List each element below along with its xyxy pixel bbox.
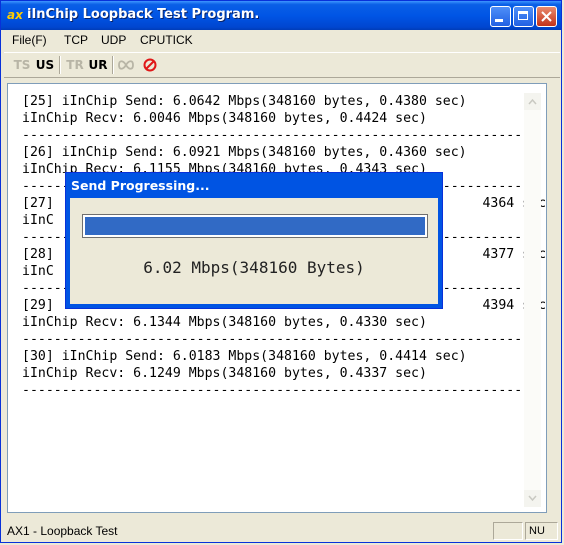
scroll-down-button[interactable] [524, 490, 541, 507]
menu-file[interactable]: File(F) [12, 33, 47, 47]
scroll-up-button[interactable] [524, 93, 541, 110]
menu-tcp[interactable]: TCP [64, 33, 88, 47]
toolbar-separator [112, 56, 114, 74]
log-line: [26] iInChip Send: 6.0921 Mbps(348160 by… [22, 145, 467, 160]
log-separator: ----------------------------------------… [22, 128, 539, 143]
progress-fill [85, 217, 425, 235]
udp-recv-tool[interactable]: UR [88, 55, 108, 75]
maximize-button[interactable] [513, 6, 534, 27]
dialog-body: 6.02 Mbps(348160 Bytes) [70, 198, 438, 304]
close-button[interactable] [536, 6, 557, 27]
tcp-recv-icon: TR [66, 58, 84, 72]
maximize-icon [518, 11, 528, 20]
log-separator: ----------------------------------------… [22, 383, 539, 398]
stop-tool[interactable] [140, 55, 160, 75]
stop-icon [143, 58, 157, 72]
udp-send-tool[interactable]: US [35, 55, 55, 75]
tcp-send-tool[interactable]: TS [12, 55, 32, 75]
progress-bar [82, 214, 428, 238]
app-logo: ax [7, 8, 23, 22]
close-icon [541, 11, 552, 22]
log-line: [25] iInChip Send: 6.0642 Mbps(348160 by… [22, 94, 467, 109]
udp-recv-icon: UR [88, 58, 108, 72]
chevron-up-icon [528, 98, 537, 105]
menu-udp[interactable]: UDP [101, 33, 126, 47]
tcp-send-icon: TS [13, 58, 31, 72]
loop-tool[interactable] [116, 55, 136, 75]
status-pane-empty [493, 522, 523, 540]
minimize-button[interactable] [490, 6, 511, 27]
toolbar-separator [59, 56, 61, 74]
status-text: AX1 - Loopback Test [7, 524, 118, 538]
udp-send-icon: US [35, 58, 55, 72]
title-bar[interactable]: ax iInChip Loopback Test Program. [1, 1, 561, 30]
loop-icon [118, 60, 134, 70]
toolbar: TS US TR UR [4, 52, 560, 78]
log-line: iInChip Recv: 6.1249 Mbps(348160 bytes, … [22, 366, 427, 381]
log-line: iInChip Recv: 6.0046 Mbps(348160 bytes, … [22, 111, 427, 126]
menu-bar: File(F) TCP UDP CPUTICK [4, 31, 560, 51]
log-line: iInChip Recv: 6.1344 Mbps(348160 bytes, … [22, 315, 427, 330]
throughput-message: 6.02 Mbps(348160 Bytes) [143, 258, 365, 277]
vertical-scrollbar[interactable] [524, 93, 541, 507]
window-title: iInChip Loopback Test Program. [27, 7, 260, 22]
progress-dialog: Send Progressing... 6.02 Mbps(348160 Byt… [65, 172, 443, 309]
log-separator: ----------------------------------------… [22, 332, 539, 347]
status-bar: AX1 - Loopback Test NU [4, 520, 560, 542]
tcp-recv-tool[interactable]: TR [65, 55, 85, 75]
status-pane-nu: NU [525, 522, 558, 540]
minimize-icon [495, 19, 503, 22]
menu-cputick[interactable]: CPUTICK [140, 33, 193, 47]
chevron-down-icon [528, 495, 537, 502]
dialog-title: Send Progressing... [71, 178, 210, 193]
log-line: [30] iInChip Send: 6.0183 Mbps(348160 by… [22, 349, 467, 364]
